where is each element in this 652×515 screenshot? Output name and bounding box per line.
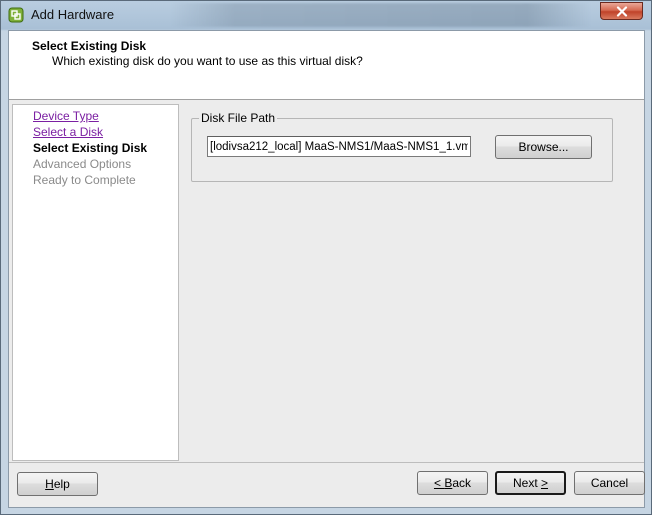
- page-title: Select Existing Disk: [32, 39, 147, 53]
- window-title: Add Hardware: [31, 7, 115, 22]
- title-bar[interactable]: Add Hardware: [1, 1, 651, 29]
- next-label: Next: [512, 476, 541, 490]
- background-blur: [171, 3, 591, 27]
- wizard-header: Select Existing Disk Which existing disk…: [9, 31, 644, 100]
- disk-file-path-input[interactable]: [207, 136, 471, 157]
- close-icon: [616, 5, 627, 17]
- help-mnemonic: H: [45, 477, 54, 491]
- vsphere-app-icon: [8, 7, 24, 23]
- close-button[interactable]: [600, 2, 643, 20]
- step-select-a-disk[interactable]: Select a Disk: [33, 125, 103, 139]
- step-ready-to-complete: Ready to Complete: [33, 173, 136, 187]
- browse-button[interactable]: Browse...: [495, 135, 592, 159]
- step-select-existing-disk: Select Existing Disk: [33, 141, 148, 155]
- add-hardware-window: Add Hardware Select Existing Disk Which …: [0, 0, 652, 515]
- dialog-client-area: Select Existing Disk Which existing disk…: [8, 30, 645, 508]
- help-button[interactable]: Help: [17, 472, 98, 496]
- back-button[interactable]: < Back: [417, 471, 488, 495]
- next-button[interactable]: Next >: [495, 471, 566, 495]
- next-mnemonic: >: [541, 476, 549, 490]
- back-mnemonic: B: [444, 476, 453, 490]
- footer-divider: [9, 462, 644, 463]
- step-advanced-options: Advanced Options: [33, 157, 132, 171]
- wizard-steps-sidebar: Device Type Select a Disk Select Existin…: [12, 104, 179, 461]
- help-label-rest: elp: [53, 477, 70, 491]
- disk-file-path-group: Disk File Path Browse...: [191, 111, 613, 182]
- page-subtitle: Which existing disk do you want to use a…: [52, 54, 363, 68]
- back-label-rest: ack: [452, 476, 472, 490]
- step-device-type[interactable]: Device Type: [33, 109, 99, 123]
- back-prefix: <: [433, 476, 445, 490]
- disk-file-path-legend: Disk File Path: [199, 111, 278, 125]
- cancel-button[interactable]: Cancel: [574, 471, 645, 495]
